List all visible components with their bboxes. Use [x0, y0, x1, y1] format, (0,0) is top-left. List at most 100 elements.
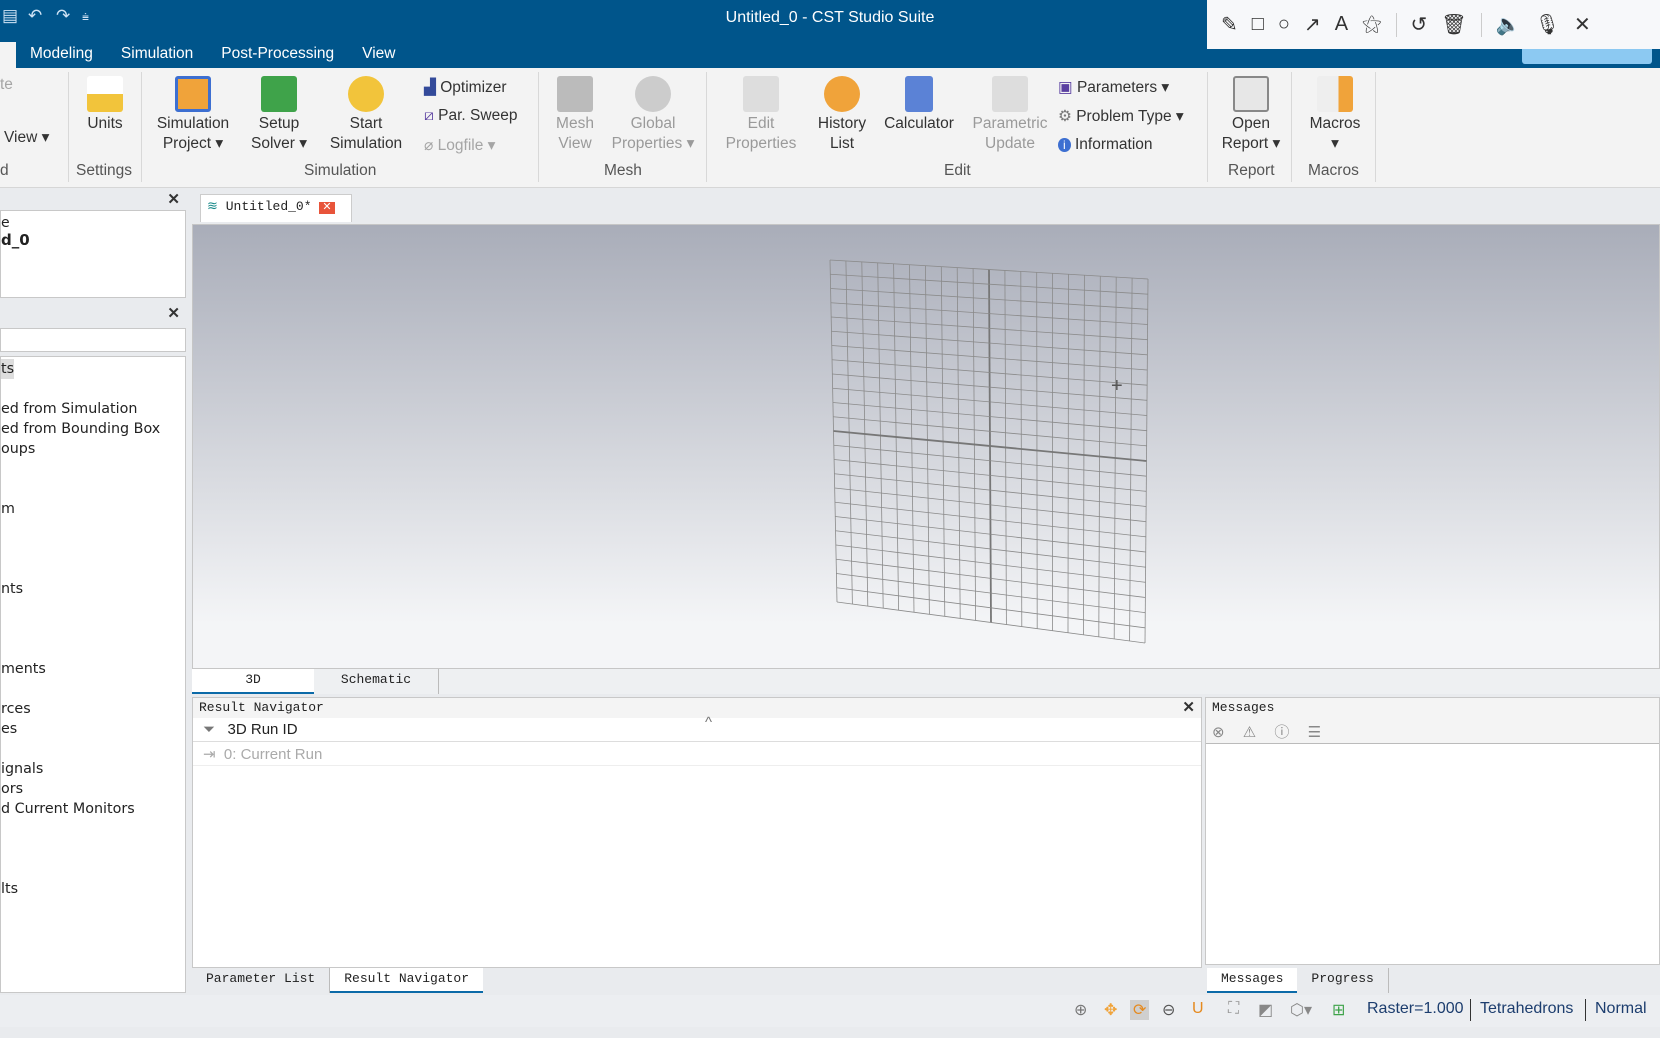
column-header[interactable]: ⏷ 3D Run ID ^ — [193, 714, 1201, 742]
undo-icon[interactable]: ↺ — [1411, 12, 1428, 37]
tree-item[interactable]: oups — [1, 439, 185, 459]
close-icon[interactable]: ✕ — [167, 304, 180, 322]
optimizer-button[interactable]: ▟ Optimizer — [424, 78, 507, 97]
tree-search-input[interactable] — [0, 328, 186, 352]
plane-icon[interactable]: ◩ — [1258, 1000, 1273, 1020]
tree-item[interactable] — [1, 819, 185, 839]
information-button[interactable]: i Information — [1058, 136, 1153, 154]
sort-icon: ^ — [705, 714, 713, 731]
tab-3d[interactable]: 3D — [192, 669, 314, 694]
tree-item[interactable] — [1, 679, 185, 699]
tab-simulation[interactable]: Simulation — [107, 42, 207, 68]
document-tab[interactable]: ≋ Untitled_0* ✕ — [200, 194, 352, 222]
tree-item[interactable]: m — [1, 499, 185, 519]
global-properties-button[interactable]: Global Properties ▾ — [610, 72, 696, 154]
tree-item[interactable] — [1, 379, 185, 399]
tab-progress[interactable]: Progress — [1297, 968, 1389, 993]
close-icon[interactable]: ✕ — [1574, 12, 1591, 37]
project-name[interactable]: d_0 — [1, 231, 185, 249]
problem-type-button[interactable]: ⚙ Problem Type ▾ — [1058, 107, 1184, 126]
calculator-button[interactable]: Calculator — [880, 72, 958, 134]
mesh-type-status[interactable]: Tetrahedrons — [1480, 1000, 1573, 1018]
parameters-button[interactable]: ▣ Parameters ▾ — [1058, 78, 1169, 97]
close-icon[interactable]: ✕ — [1182, 698, 1195, 717]
rectangle-icon[interactable]: □ — [1252, 13, 1264, 36]
tab-schematic[interactable]: Schematic — [314, 669, 439, 694]
tree-item[interactable]: ors — [1, 779, 185, 799]
tree-item[interactable] — [1, 519, 185, 539]
zoom-region-icon[interactable]: ⊕ — [1074, 1000, 1087, 1020]
add-grid-icon[interactable]: ⊞ — [1332, 1000, 1345, 1020]
tree-item[interactable] — [1, 479, 185, 499]
table-row[interactable]: ⇥ 0: Current Run — [193, 742, 1201, 766]
tree-item[interactable]: ed from Simulation — [1, 399, 185, 419]
tree-item[interactable] — [1, 599, 185, 619]
tree-item[interactable]: ed from Bounding Box — [1, 419, 185, 439]
tree-item[interactable] — [1, 739, 185, 759]
setup-solver-button[interactable]: Setup Solver ▾ — [242, 72, 316, 154]
tree-item[interactable]: ignals — [1, 759, 185, 779]
speaker-icon[interactable]: 🔈 — [1496, 12, 1521, 37]
parametric-update-button[interactable]: Parametric Update — [966, 72, 1054, 154]
simulation-project-button[interactable]: Simulation Project ▾ — [152, 72, 234, 154]
warning-filter-icon[interactable]: ⚠ — [1243, 724, 1256, 741]
units-button[interactable]: Units — [80, 72, 130, 134]
label: Logfile — [437, 137, 484, 154]
mesh-view-button[interactable]: Mesh View — [550, 72, 600, 154]
tree-item[interactable]: d Current Monitors — [1, 799, 185, 819]
tree-item[interactable] — [1, 859, 185, 879]
magnet-icon[interactable]: U — [1192, 1000, 1204, 1018]
tree-item[interactable] — [1, 559, 185, 579]
tab-messages[interactable]: Messages — [1207, 968, 1298, 993]
edit-properties-button[interactable]: Edit Properties — [720, 72, 802, 154]
tab-modeling[interactable]: Modeling — [16, 42, 107, 68]
close-tab-icon[interactable]: ✕ — [319, 202, 335, 214]
pencil-icon[interactable]: ✎ — [1221, 12, 1238, 37]
tree-item[interactable] — [1, 459, 185, 479]
tree-item[interactable] — [1, 619, 185, 639]
tab-post-processing[interactable]: Post-Processing — [207, 42, 348, 68]
3d-viewport[interactable]: + — [192, 224, 1660, 669]
rotate-icon[interactable]: ⟳ — [1130, 1000, 1150, 1020]
macros-icon — [1317, 76, 1353, 112]
filter-icon[interactable]: ⏷ — [203, 721, 215, 738]
microphone-icon[interactable]: 🎙 — [1535, 12, 1560, 37]
panel-title: Messages — [1206, 698, 1659, 718]
fit-view-icon[interactable]: ⛶ — [1228, 1000, 1239, 1018]
tab-home[interactable] — [0, 42, 16, 68]
tab-view[interactable]: View — [348, 42, 409, 68]
tree-item[interactable]: ts — [1, 359, 15, 379]
tree-item[interactable]: lts — [1, 879, 185, 899]
tree-item[interactable]: nts — [1, 579, 185, 599]
macros-button[interactable]: Macros ▾ — [1300, 72, 1370, 154]
tab-parameter-list[interactable]: Parameter List — [192, 968, 331, 993]
open-report-button[interactable]: Open Report ▾ — [1216, 72, 1286, 154]
zoom-icon[interactable]: ⊖ — [1162, 1000, 1175, 1020]
par-sweep-button[interactable]: ⧄ Par. Sweep — [424, 107, 517, 125]
tree-item[interactable]: ments — [1, 659, 185, 679]
label: History — [817, 115, 867, 132]
pan-icon[interactable]: ✥ — [1104, 1000, 1117, 1020]
list-icon[interactable]: ☰ — [1308, 724, 1321, 741]
tab-result-navigator[interactable]: Result Navigator — [330, 968, 484, 993]
tree-item[interactable] — [1, 639, 185, 659]
tree-item[interactable] — [1, 539, 185, 559]
text-icon[interactable]: A — [1335, 13, 1348, 36]
history-list-button[interactable]: History List — [812, 72, 872, 154]
error-filter-icon[interactable]: ⊗ — [1212, 724, 1225, 741]
cube-view-icon[interactable]: ⬡▾ — [1290, 1000, 1312, 1020]
start-simulation-button[interactable]: Start Simulation — [324, 72, 408, 154]
view-dropdown[interactable]: View ▾ — [4, 128, 49, 147]
info-filter-icon[interactable]: ⓘ — [1274, 724, 1289, 741]
magic-wand-icon[interactable]: ⚝ — [1362, 13, 1381, 36]
tree-item[interactable] — [1, 839, 185, 859]
mode-status[interactable]: Normal — [1595, 1000, 1647, 1018]
tree-item[interactable]: rces — [1, 699, 185, 719]
logfile-button[interactable]: ⌀ Logfile ▾ — [424, 136, 495, 155]
circle-icon[interactable]: ○ — [1278, 13, 1290, 36]
close-icon[interactable]: ✕ — [167, 190, 180, 208]
trash-icon[interactable]: 🗑 — [1441, 12, 1466, 37]
tree-item[interactable]: es — [1, 719, 185, 739]
arrow-icon[interactable]: ↗ — [1304, 12, 1321, 37]
raster-status[interactable]: Raster=1.000 — [1367, 1000, 1464, 1018]
